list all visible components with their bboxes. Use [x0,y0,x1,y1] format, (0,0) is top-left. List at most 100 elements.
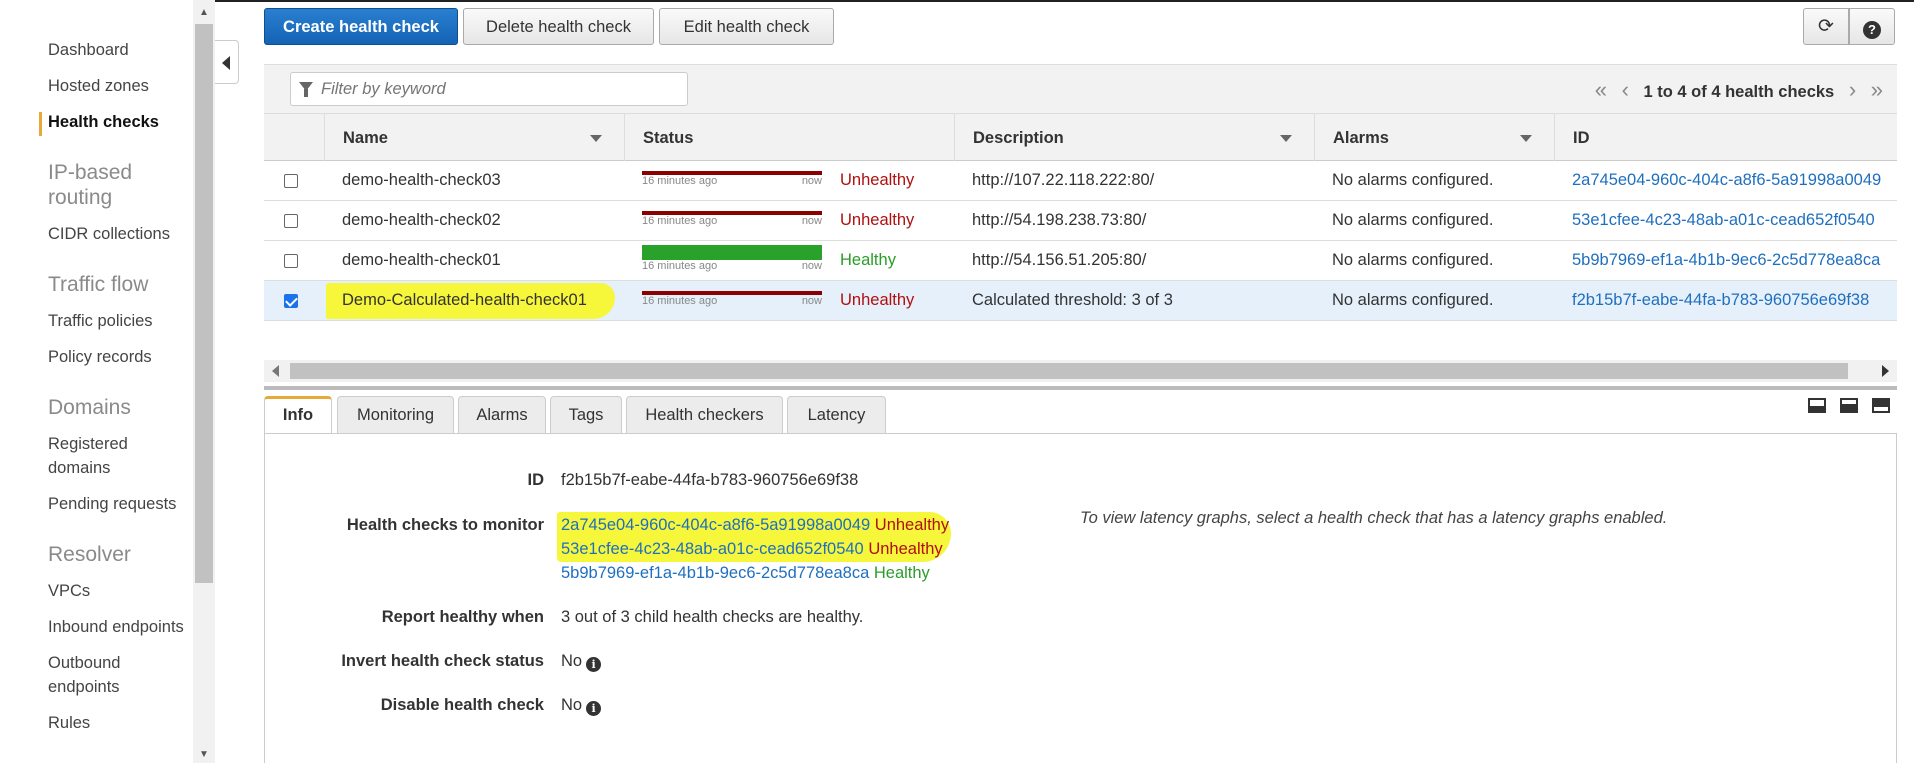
status-bar [642,245,822,260]
table-row[interactable]: demo-health-check03 16 minutes ago now Un… [264,161,1897,201]
sidebar-item-pending-requests[interactable]: Pending requests [48,486,188,522]
help-icon: ? [1863,21,1881,39]
table-horizontal-scrollbar[interactable] [264,360,1897,382]
column-label: Alarms [1333,129,1389,147]
filter-box[interactable] [290,72,688,106]
collapse-sidebar-button[interactable] [215,40,239,84]
row-name: demo-health-check01 [342,251,501,269]
column-header-id[interactable]: ID [1554,114,1897,162]
monitored-check-id-link[interactable]: 2a745e04-960c-404c-a8f6-5a91998a0049 [561,516,870,534]
monitored-check-id-link[interactable]: 5b9b7969-ef1a-4b1b-9ec6-2c5d778ea8ca [561,564,869,582]
sidebar-item-hosted-zones[interactable]: Hosted zones [48,68,188,104]
status-sparkline: 16 minutes ago now [642,171,822,188]
monitored-check: 53e1cfee-4c23-48ab-a01c-cead652f0540 Unh… [561,540,943,559]
tab-latency[interactable]: Latency [787,396,886,434]
invert-value: No [561,652,583,670]
row-id-link[interactable]: 5b9b7969-ef1a-4b1b-9ec6-2c5d778ea8ca [1572,241,1880,281]
delete-health-check-button[interactable]: Delete health check [463,8,654,45]
tab-monitoring[interactable]: Monitoring [337,396,454,434]
sort-icon [1280,135,1292,142]
sidebar: Dashboard Hosted zones Health checks IP-… [0,0,193,763]
row-id-link[interactable]: f2b15b7f-eabe-44fa-b783-960756e69f38 [1572,281,1869,321]
monitored-check-status: Unhealthy [868,540,943,558]
scroll-up-icon[interactable]: ▲ [197,6,211,20]
row-name: Demo-Calculated-health-check01 [326,283,615,319]
panel-maximize-icon[interactable] [1872,398,1890,413]
prev-page-icon[interactable]: ‹ [1622,65,1629,114]
column-header-description[interactable]: Description [954,114,1314,162]
detail-label-report-healthy: Report healthy when [381,608,544,626]
last-page-icon[interactable]: » [1871,65,1883,114]
row-checkbox[interactable] [284,214,298,228]
filter-icon [299,82,313,97]
sidebar-scroll-thumb[interactable] [195,24,213,583]
table-header: Name Status Description Alarms ID [264,113,1897,162]
info-icon[interactable]: i [586,701,602,716]
help-button[interactable]: ? [1849,8,1895,45]
filter-input[interactable] [319,78,679,100]
row-status: Unhealthy [840,171,915,189]
pagination-label: 1 to 4 of 4 health checks [1643,83,1835,101]
spark-start-label: 16 minutes ago [642,260,718,272]
sidebar-section-resolver: Resolver [48,543,131,566]
column-header-alarms[interactable]: Alarms [1314,114,1554,162]
tab-alarms[interactable]: Alarms [458,396,546,434]
row-name: demo-health-check02 [342,211,501,229]
sidebar-item-inbound-endpoints[interactable]: Inbound endpoints [48,609,188,645]
spark-end-label: now [801,175,822,187]
monitored-check-id-link[interactable]: 53e1cfee-4c23-48ab-a01c-cead652f0540 [561,540,864,558]
detail-value-report-healthy: 3 out of 3 child health checks are healt… [561,608,864,626]
info-icon[interactable]: i [586,657,602,672]
monitored-check-status: Unhealthy [874,516,950,534]
next-page-icon[interactable]: › [1849,65,1856,114]
sidebar-item-registered-domains[interactable]: Registered domains [48,426,188,486]
row-description: http://107.22.118.222:80/ [972,171,1155,189]
column-header-name[interactable]: Name [324,114,624,162]
column-header-status[interactable]: Status [624,114,954,162]
table-row-selected[interactable]: Demo-Calculated-health-check01 16 minute… [264,281,1897,321]
sidebar-item-policy-records[interactable]: Policy records [48,339,188,375]
horizontal-scroll-thumb[interactable] [290,363,1848,379]
sidebar-item-cidr-collections[interactable]: CIDR collections [48,216,188,252]
disable-value: No [561,696,583,714]
top-border [0,0,1914,2]
row-checkbox[interactable] [284,174,298,188]
refresh-button[interactable]: ⟳ [1803,8,1849,45]
scroll-down-icon[interactable]: ▼ [197,748,211,762]
tab-tags[interactable]: Tags [550,396,622,434]
detail-value-id: f2b15b7f-eabe-44fa-b783-960756e69f38 [561,471,859,489]
scroll-right-icon[interactable] [1882,365,1889,377]
column-label: ID [1573,129,1590,147]
row-checkbox[interactable] [284,254,298,268]
panel-splitter[interactable] [264,386,1897,390]
sidebar-section-domains: Domains [48,396,131,419]
sidebar-item-traffic-policies[interactable]: Traffic policies [48,303,188,339]
table-row[interactable]: demo-health-check01 16 minutes ago now He… [264,241,1897,281]
details-panel: ID f2b15b7f-eabe-44fa-b783-960756e69f38 … [264,433,1897,763]
sidebar-item-outbound-endpoints[interactable]: Outbound endpoints [48,645,188,705]
panel-half-icon[interactable] [1840,398,1858,413]
sort-icon [590,135,602,142]
row-id-link[interactable]: 2a745e04-960c-404c-a8f6-5a91998a0049 [1572,161,1881,201]
column-label: Name [343,129,388,147]
tab-health-checkers[interactable]: Health checkers [626,396,783,434]
sidebar-item-rules[interactable]: Rules [48,705,188,741]
row-checkbox-checked[interactable] [284,294,298,308]
scroll-left-icon[interactable] [272,365,279,377]
spark-end-label: now [801,295,822,307]
tab-info[interactable]: Info [264,396,332,435]
sidebar-item-vpcs[interactable]: VPCs [48,573,188,609]
panel-minimize-icon[interactable] [1808,398,1826,413]
row-status: Unhealthy [840,211,915,229]
table-row[interactable]: demo-health-check02 16 minutes ago now Un… [264,201,1897,241]
detail-label-invert: Invert health check status [341,652,544,670]
row-id-link[interactable]: 53e1cfee-4c23-48ab-a01c-cead652f0540 [1572,201,1875,241]
first-page-icon[interactable]: « [1595,65,1607,114]
create-health-check-button[interactable]: Create health check [264,8,458,45]
row-status: Healthy [840,251,896,269]
sidebar-item-dashboard[interactable]: Dashboard [48,32,188,68]
row-alarms: No alarms configured. [1332,171,1494,189]
sidebar-item-health-checks[interactable]: Health checks [39,104,188,140]
detail-label-disable: Disable health check [380,696,544,714]
edit-health-check-button[interactable]: Edit health check [659,8,834,45]
